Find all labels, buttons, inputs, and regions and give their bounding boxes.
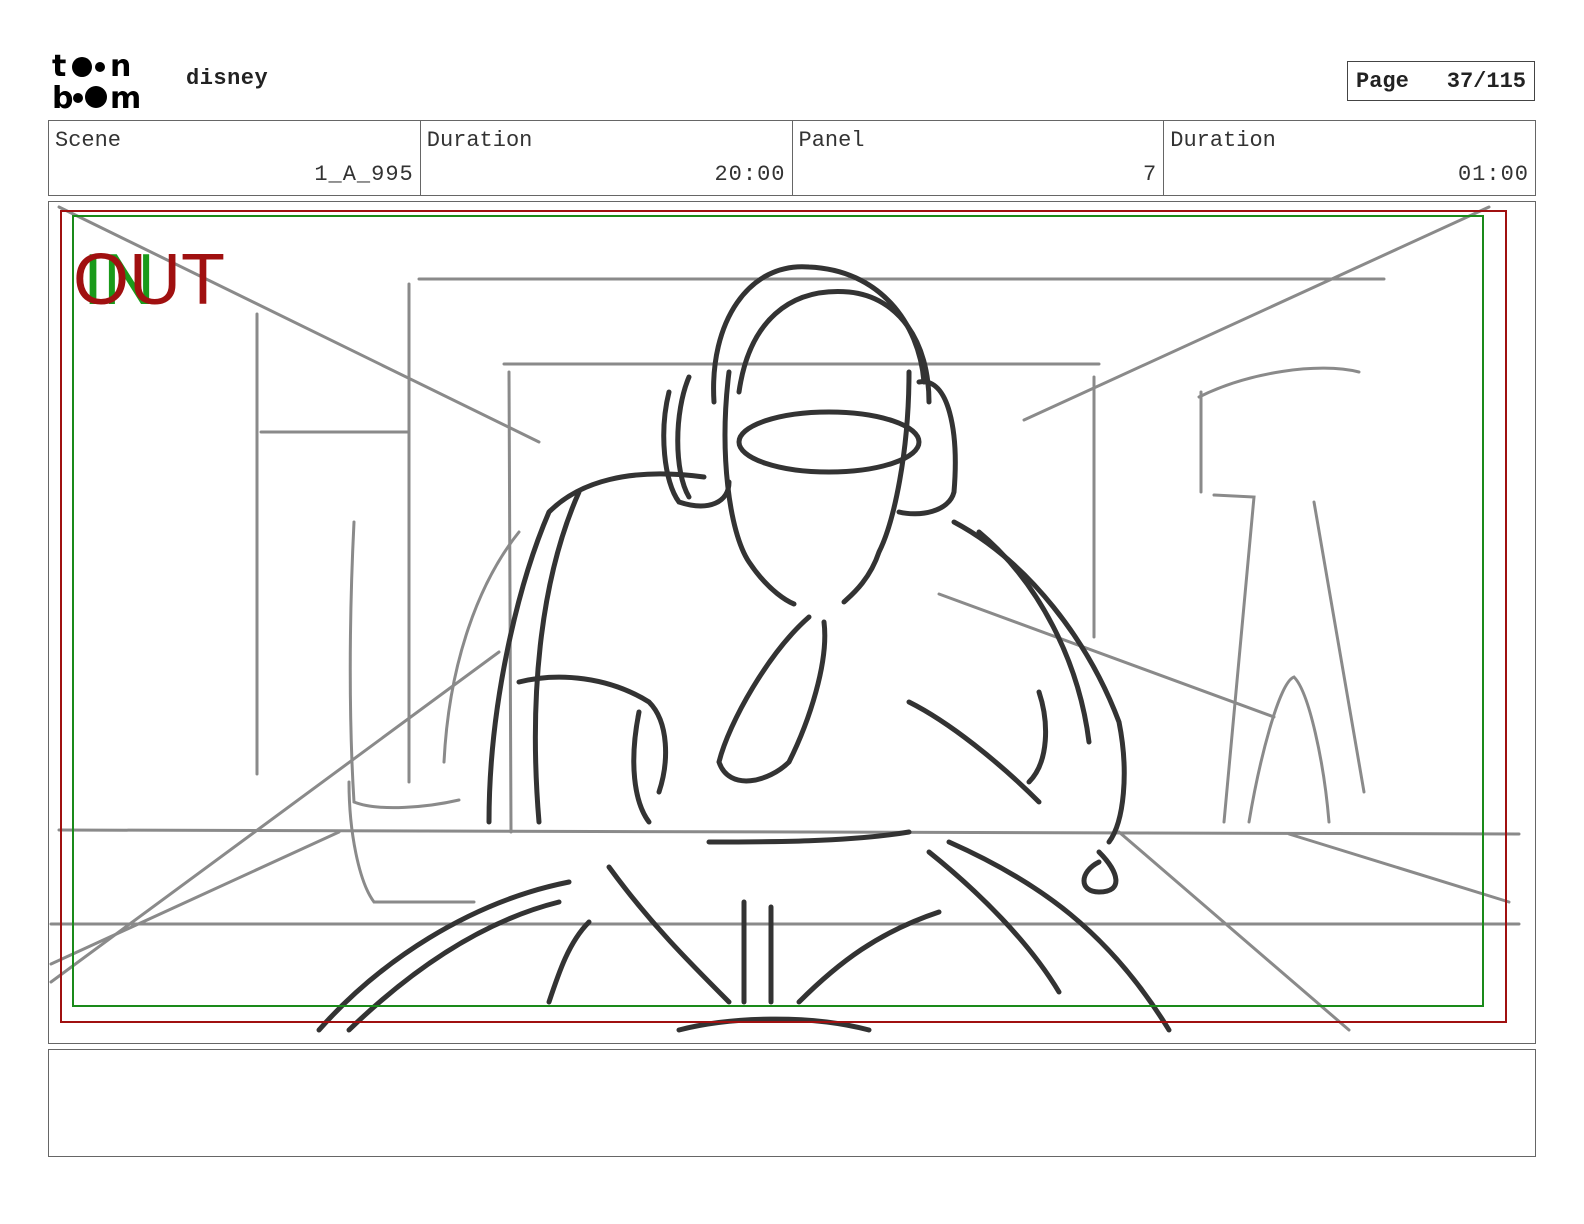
svg-text:m: m xyxy=(110,81,141,112)
panel-duration-label: Duration xyxy=(1170,128,1276,153)
page-number: 37/115 xyxy=(1446,68,1526,94)
panel-cell: Panel 7 xyxy=(793,121,1165,195)
scene-info-table: Scene 1_A_995 Duration 20:00 Panel 7 Dur… xyxy=(48,120,1536,196)
character-sketch xyxy=(316,264,1172,1033)
page-label: Page xyxy=(1356,68,1409,94)
panel-duration-cell: Duration 01:00 xyxy=(1164,121,1535,195)
scene-label: Scene xyxy=(55,128,122,153)
scene-duration-cell: Duration 20:00 xyxy=(421,121,793,195)
panel-value: 7 xyxy=(1143,162,1158,187)
storyboard-panel: IN OUT xyxy=(48,201,1536,1044)
svg-text:t: t xyxy=(52,50,66,84)
scene-duration-label: Duration xyxy=(426,128,533,153)
page-indicator: Page 37/115 xyxy=(1347,61,1535,101)
toon-boom-logo: t n b m xyxy=(50,49,166,116)
in-frame xyxy=(72,215,1484,1007)
notes-box xyxy=(48,1049,1536,1157)
out-frame xyxy=(60,210,1507,1023)
scene-duration-value: 20:00 xyxy=(714,162,786,187)
panel-duration-value: 01:00 xyxy=(1457,162,1529,187)
scene-cell: Scene 1_A_995 xyxy=(49,121,421,195)
svg-text:n: n xyxy=(110,50,131,84)
panel-sketch: IN OUT xyxy=(49,205,1521,1033)
svg-text:b: b xyxy=(52,81,73,112)
scene-value: 1_A_995 xyxy=(314,162,414,187)
project-name: disney xyxy=(186,66,269,91)
background-sketch xyxy=(49,205,1521,1032)
panel-label: Panel xyxy=(798,128,865,153)
out-label: OUT xyxy=(73,240,225,320)
